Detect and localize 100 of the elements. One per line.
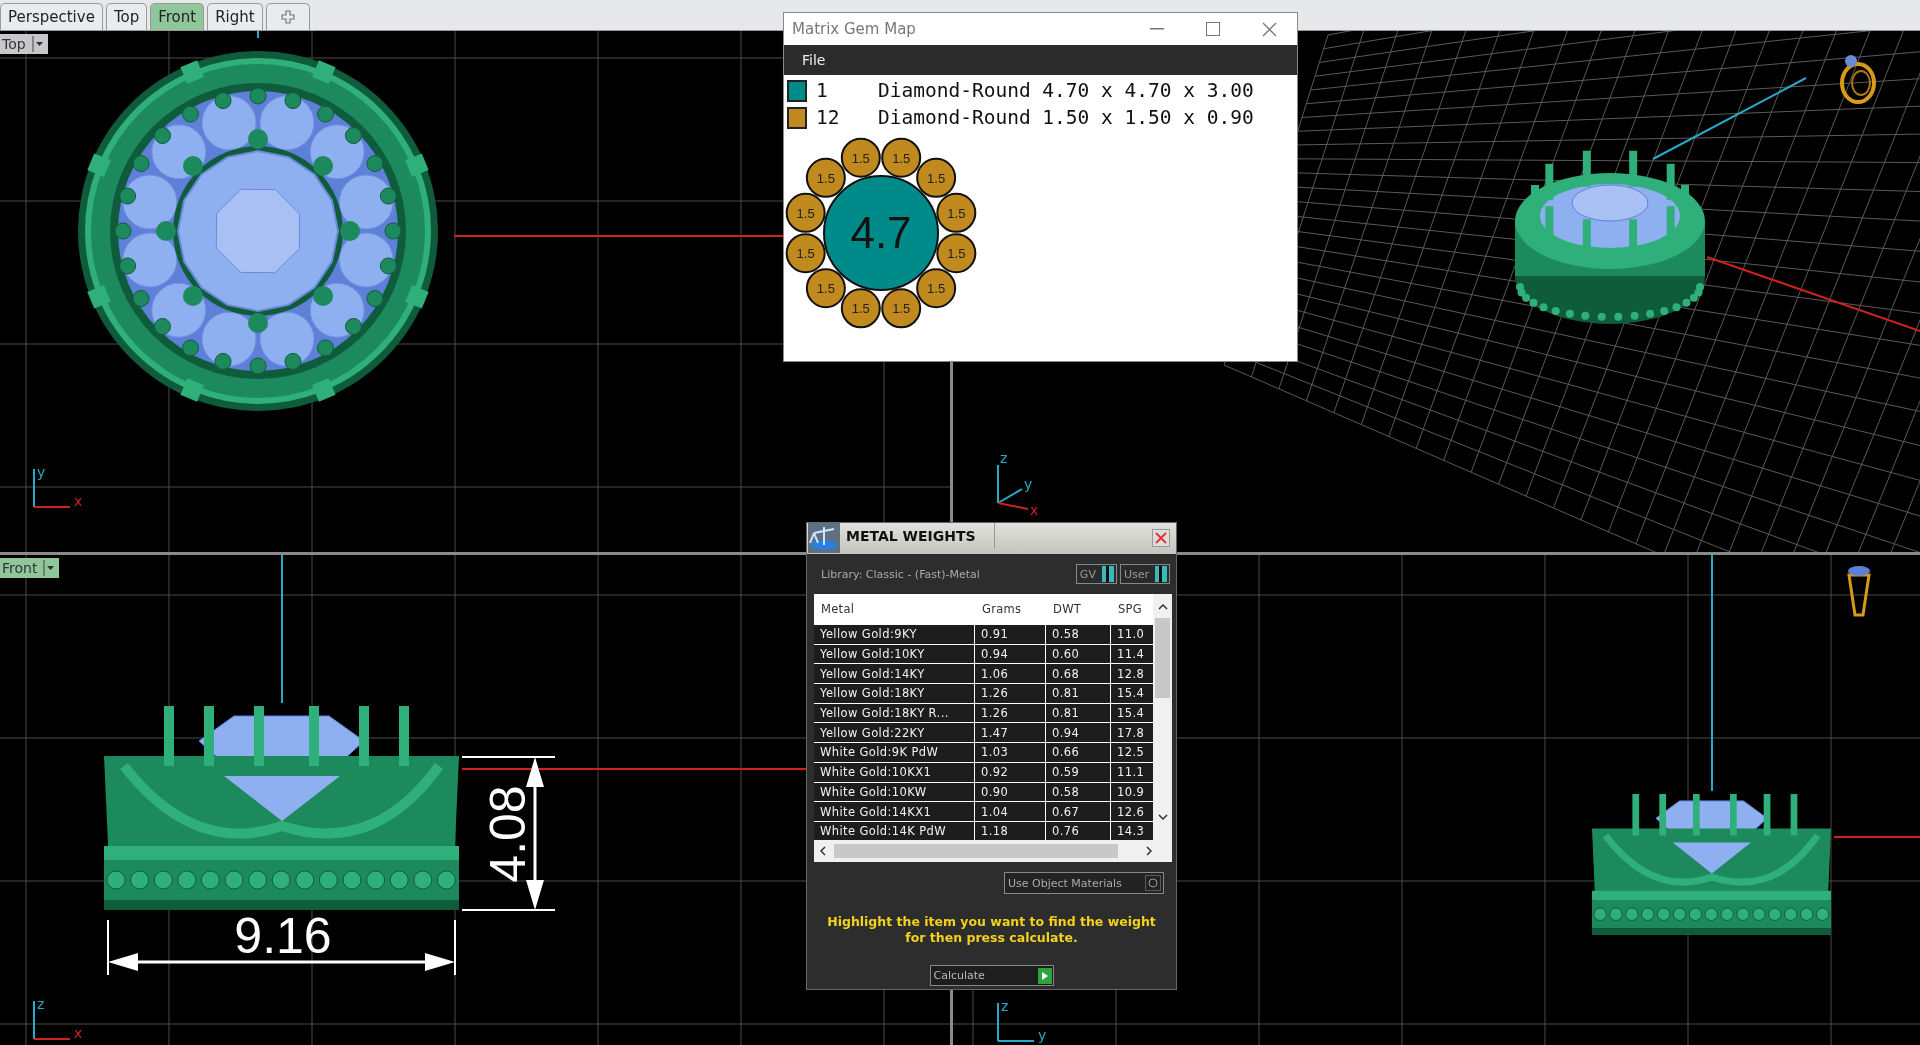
table-cell: Yellow Gold:18KY <box>814 684 974 703</box>
table-cell: 1.06 <box>975 664 1045 684</box>
table-cell: 0.92 <box>975 762 1045 782</box>
viewport-dropdown[interactable]: Top <box>0 34 48 54</box>
use-object-materials-toggle[interactable]: Use Object Materials <box>1004 872 1164 894</box>
minimize-icon <box>1150 28 1164 30</box>
table-cell: 11.0 <box>1111 625 1153 644</box>
table-cell: 1.04 <box>975 802 1045 821</box>
view-tab[interactable]: Perspective <box>0 3 103 30</box>
close-icon <box>1261 21 1277 37</box>
table-cell: 12.6 <box>1111 802 1153 821</box>
table-cell: White Gold:14K PdW <box>814 821 974 840</box>
view-tab[interactable]: Right <box>207 3 263 30</box>
axis-label: x <box>74 1025 83 1041</box>
table-cell: 15.4 <box>1111 684 1153 703</box>
table-cell: 17.8 <box>1111 723 1153 743</box>
stone-description: Diamond-Round 1.50 x 1.50 x 0.90 <box>878 106 1254 129</box>
add-tab-button[interactable] <box>265 3 310 30</box>
table-cell: Yellow Gold:22KY <box>814 723 974 743</box>
column-header[interactable]: Metal <box>814 594 974 624</box>
view-tab[interactable]: Front <box>150 3 205 30</box>
side-stone: 1.5 <box>881 137 922 178</box>
chevron-right-icon[interactable] <box>1144 845 1154 857</box>
side-stone: 1.5 <box>916 268 957 309</box>
table-cell: 0.81 <box>1046 703 1110 723</box>
table-cell: 1.47 <box>975 723 1045 743</box>
axis-label: y <box>1024 476 1033 492</box>
window-title: Matrix Gem Map <box>791 20 917 38</box>
column-header[interactable]: SPG <box>1111 594 1153 624</box>
table-cell: White Gold:10KX1 <box>814 762 974 782</box>
table-cell: White Gold:9K PdW <box>814 743 974 762</box>
stone-description: Diamond-Round 4.70 x 4.70 x 3.00 <box>878 79 1254 102</box>
column-header[interactable]: Grams <box>975 594 1045 624</box>
side-stone: 1.5 <box>785 233 826 274</box>
dimension-label: 4.08 <box>480 785 536 883</box>
caret-icon <box>31 36 44 52</box>
chevron-left-icon[interactable] <box>818 845 828 857</box>
close-icon <box>1155 532 1167 544</box>
play-icon <box>1040 970 1049 981</box>
table-cell: 0.58 <box>1046 625 1110 644</box>
table-cell: 0.94 <box>1046 723 1110 743</box>
library-label: Library: Classic - (Fast)-Metal <box>821 567 981 581</box>
table-cell: 0.66 <box>1046 743 1110 762</box>
side-stone: 1.5 <box>805 157 846 198</box>
chevron-up-icon[interactable] <box>1156 602 1169 612</box>
chevron-down-icon[interactable] <box>1156 812 1169 822</box>
cone-icon <box>1847 566 1871 617</box>
table-cell: White Gold:14KX1 <box>814 802 974 821</box>
side-stone: 1.5 <box>916 157 957 198</box>
maximize-icon <box>1206 22 1220 36</box>
table-cell: 10.9 <box>1111 782 1153 802</box>
table-cell: 15.4 <box>1111 703 1153 723</box>
ring-icon <box>1840 55 1876 104</box>
toggle-button[interactable]: GV <box>1075 564 1117 584</box>
table-cell: Yellow Gold:9KY <box>814 625 974 644</box>
calculate-button[interactable]: Calculate <box>929 965 1054 986</box>
table-cell: 0.60 <box>1046 644 1110 664</box>
table-cell: Yellow Gold:14KY <box>814 664 974 684</box>
table-cell: 1.26 <box>975 703 1045 723</box>
axis-label: z <box>1001 998 1009 1014</box>
stone-count: 1 <box>816 79 829 102</box>
dialog-title: METAL WEIGHTS <box>840 523 995 549</box>
side-stone: 1.5 <box>936 233 977 274</box>
axis-label: x <box>1030 502 1039 518</box>
plus-icon <box>280 10 295 24</box>
viewport-dropdown[interactable]: Front <box>0 558 60 578</box>
axis-label: z <box>1000 450 1008 466</box>
table-cell: White Gold:10KW <box>814 782 974 802</box>
side-stone: 1.5 <box>840 288 881 329</box>
side-stone: 1.5 <box>805 268 846 309</box>
column-header[interactable]: DWT <box>1046 594 1110 624</box>
axis-label: z <box>37 996 45 1012</box>
dimension-label: 9.16 <box>234 908 332 964</box>
table-cell: 0.59 <box>1046 762 1110 782</box>
table-cell: 12.5 <box>1111 743 1153 762</box>
axis-icon <box>997 1002 1035 1042</box>
axis-label: y <box>37 464 46 480</box>
axis-label: x <box>74 493 83 509</box>
table-cell: Yellow Gold:10KY <box>814 644 974 664</box>
vertical-scrollbar[interactable] <box>1153 594 1172 840</box>
view-tab[interactable]: Top <box>105 3 148 30</box>
side-stone: 1.5 <box>881 288 922 329</box>
close-button[interactable] <box>1152 529 1170 547</box>
horizontal-scrollbar[interactable] <box>814 840 1172 862</box>
table-cell: 0.90 <box>975 782 1045 802</box>
table-cell: 0.76 <box>1046 821 1110 840</box>
caret-icon <box>43 560 56 576</box>
table-cell: 1.03 <box>975 743 1045 762</box>
instruction-text: Highlight the item you want to find the weight for then press calculate. <box>826 914 1157 946</box>
table-cell: 11.1 <box>1111 762 1153 782</box>
table-cell: 12.8 <box>1111 664 1153 684</box>
table-cell: Yellow Gold:18KY R... <box>814 703 974 723</box>
axis-icon <box>33 468 71 508</box>
table-cell: 0.94 <box>975 644 1045 664</box>
table-cell: 0.67 <box>1046 802 1110 821</box>
toggle-button[interactable]: User <box>1119 564 1170 584</box>
table-cell: 0.68 <box>1046 664 1110 684</box>
menu-item[interactable]: File <box>784 52 844 68</box>
side-stone: 1.5 <box>936 192 977 233</box>
axis-line <box>257 31 259 39</box>
